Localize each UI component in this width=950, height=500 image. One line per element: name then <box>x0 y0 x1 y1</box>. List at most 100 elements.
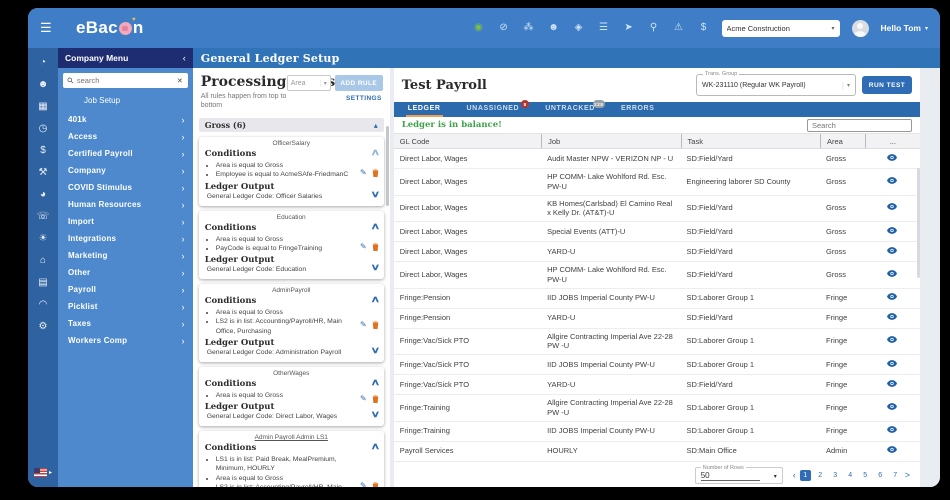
sidebar-item-covid-stimulus[interactable]: COVID Stimulus › <box>58 179 193 196</box>
view-details-icon[interactable] <box>887 177 898 187</box>
delete-rule-icon[interactable] <box>372 238 379 256</box>
delete-rule-icon[interactable] <box>372 477 379 487</box>
move-rule-down-icon[interactable]: ∨ <box>370 263 380 272</box>
edit-rule-icon[interactable]: ✎ <box>360 169 367 177</box>
delete-rule-icon[interactable] <box>372 316 379 334</box>
dashboard-icon[interactable]: ◔ <box>40 58 46 68</box>
move-rule-up-icon[interactable]: ∧ <box>370 221 380 231</box>
sidebar-item-import[interactable]: Import › <box>58 213 193 230</box>
sitemap-icon[interactable]: ⁂ <box>523 23 535 33</box>
collapse-group-icon[interactable]: ▴ <box>374 121 378 130</box>
sidebar-item-other[interactable]: Other › <box>58 264 193 281</box>
page-2[interactable]: 2 <box>815 470 826 481</box>
page-6[interactable]: 6 <box>875 470 886 481</box>
move-rule-down-icon[interactable]: ∨ <box>370 189 380 199</box>
tab-ledger[interactable]: LEDGER <box>405 102 443 117</box>
sidebar-item-payroll[interactable]: Payroll › <box>58 281 193 298</box>
page-7[interactable]: 7 <box>890 470 901 481</box>
search-icon[interactable]: ⚲ <box>648 23 660 33</box>
settings-link[interactable]: SETTINGS <box>346 95 382 102</box>
tab-unassigned[interactable]: UNASSIGNED 8 <box>465 100 530 117</box>
rows-per-page-select[interactable]: Number of Rows 50 ▾ <box>694 464 783 484</box>
area-filter-select[interactable]: Area | ▾ <box>286 75 331 91</box>
tab-untracked[interactable]: UNTRACKED 228 <box>543 100 605 117</box>
block-icon[interactable]: ⊘ <box>498 23 510 33</box>
list-icon[interactable]: ☰ <box>598 23 610 33</box>
previous-page-icon[interactable]: ‹ <box>793 470 796 480</box>
rules-scrollbar[interactable] <box>385 126 389 206</box>
page-1[interactable]: 1 <box>799 469 811 481</box>
view-details-icon[interactable] <box>887 153 898 164</box>
work-icon[interactable]: ⚒ <box>39 168 48 178</box>
view-details-icon[interactable] <box>887 246 898 257</box>
time-icon[interactable]: ◷ <box>39 124 48 134</box>
status-globe-icon[interactable]: ◉ <box>473 23 485 33</box>
table-scrollbar[interactable] <box>917 168 920 278</box>
move-rule-up-icon[interactable]: ∧ <box>370 295 380 304</box>
sidebar-search-input[interactable] <box>76 76 174 85</box>
move-rule-up-icon[interactable]: ∧ <box>370 148 380 157</box>
view-details-icon[interactable] <box>887 403 898 413</box>
team-icon[interactable]: ☻ <box>548 23 560 33</box>
phone-icon[interactable]: ☏ <box>37 212 50 222</box>
page-5[interactable]: 5 <box>860 470 871 481</box>
edit-rule-icon[interactable]: ✎ <box>360 242 367 251</box>
tab-errors[interactable]: ERRORS <box>619 102 657 117</box>
sidebar-item-integrations[interactable]: Integrations › <box>58 230 193 247</box>
sidebar-item-certified-payroll[interactable]: Certified Payroll › <box>58 145 193 162</box>
page-3[interactable]: 3 <box>830 470 841 481</box>
calendar-icon[interactable]: ▦ <box>38 102 47 112</box>
next-page-icon[interactable]: > <box>905 470 910 480</box>
billing-icon[interactable]: $ <box>698 23 710 33</box>
delete-rule-icon[interactable] <box>372 390 379 408</box>
language-flag[interactable]: ▸ <box>33 468 52 477</box>
company-menu-header[interactable]: Company Menu ‹ <box>58 48 193 68</box>
move-rule-down-icon[interactable]: ∨ <box>370 410 380 419</box>
sidebar-item-marketing[interactable]: Marketing › <box>58 247 193 264</box>
sidebar-item-human-resources[interactable]: Human Resources › <box>58 196 193 213</box>
rule-group-header[interactable]: Gross (6) ▴ <box>198 118 384 133</box>
view-details-icon[interactable] <box>887 379 898 390</box>
view-details-icon[interactable] <box>887 226 898 237</box>
edit-rule-icon[interactable]: ✎ <box>360 394 367 403</box>
payments-icon[interactable]: ▤ <box>38 278 47 288</box>
user-menu-caret-icon[interactable]: ▾ <box>925 25 928 32</box>
sidebar-item-workers-comp[interactable]: Workers Comp › <box>58 332 193 349</box>
view-details-icon[interactable] <box>887 293 898 303</box>
view-details-icon[interactable] <box>887 203 898 213</box>
settings-icon[interactable]: ⚙ <box>39 322 48 332</box>
alert-icon[interactable]: ⚠ <box>673 23 685 33</box>
ideas-icon[interactable]: ☀ <box>39 234 48 244</box>
view-details-icon[interactable] <box>887 426 898 436</box>
move-rule-up-icon[interactable]: ∧ <box>370 377 380 387</box>
view-details-icon[interactable] <box>887 359 898 370</box>
delete-rule-icon[interactable] <box>372 164 379 182</box>
money-icon[interactable]: $ <box>40 146 46 156</box>
move-rule-up-icon[interactable]: ∧ <box>370 442 380 451</box>
clear-search-icon[interactable]: ✕ <box>177 77 183 85</box>
company-select[interactable]: Acme Construction ▾ <box>721 19 840 37</box>
sidebar-item-picklist[interactable]: Picklist › <box>58 298 193 315</box>
table-search-input[interactable] <box>807 118 912 132</box>
employees-icon[interactable]: ☻ <box>38 80 49 90</box>
sidebar-item-company[interactable]: Company › <box>58 162 193 179</box>
company-icon[interactable]: ⌂ <box>40 256 46 266</box>
sidebar-item-job-setup[interactable]: Job Setup <box>58 90 193 109</box>
move-rule-down-icon[interactable]: ∨ <box>370 345 380 355</box>
view-details-icon[interactable] <box>887 270 898 280</box>
send-icon[interactable]: ➤ <box>623 23 635 33</box>
sidebar-item-access[interactable]: Access › <box>58 128 193 145</box>
reports-icon[interactable]: ◕ <box>40 190 46 200</box>
sidebar-item-taxes[interactable]: Taxes › <box>58 315 193 332</box>
view-details-icon[interactable] <box>887 336 898 346</box>
map-marker-icon[interactable]: ◈ <box>573 23 585 33</box>
page-4[interactable]: 4 <box>845 470 856 481</box>
collapse-sidebar-icon[interactable]: ‹ <box>183 53 186 63</box>
run-test-button[interactable]: RUN TEST <box>862 76 912 94</box>
add-rule-button[interactable]: ADD RULE <box>334 75 383 91</box>
user-avatar[interactable] <box>851 19 869 37</box>
hamburger-menu-icon[interactable]: ☰ <box>40 20 60 36</box>
view-details-icon[interactable] <box>887 313 898 323</box>
sidebar-item-401k[interactable]: 401k › <box>58 111 193 128</box>
view-details-icon[interactable] <box>887 446 898 456</box>
